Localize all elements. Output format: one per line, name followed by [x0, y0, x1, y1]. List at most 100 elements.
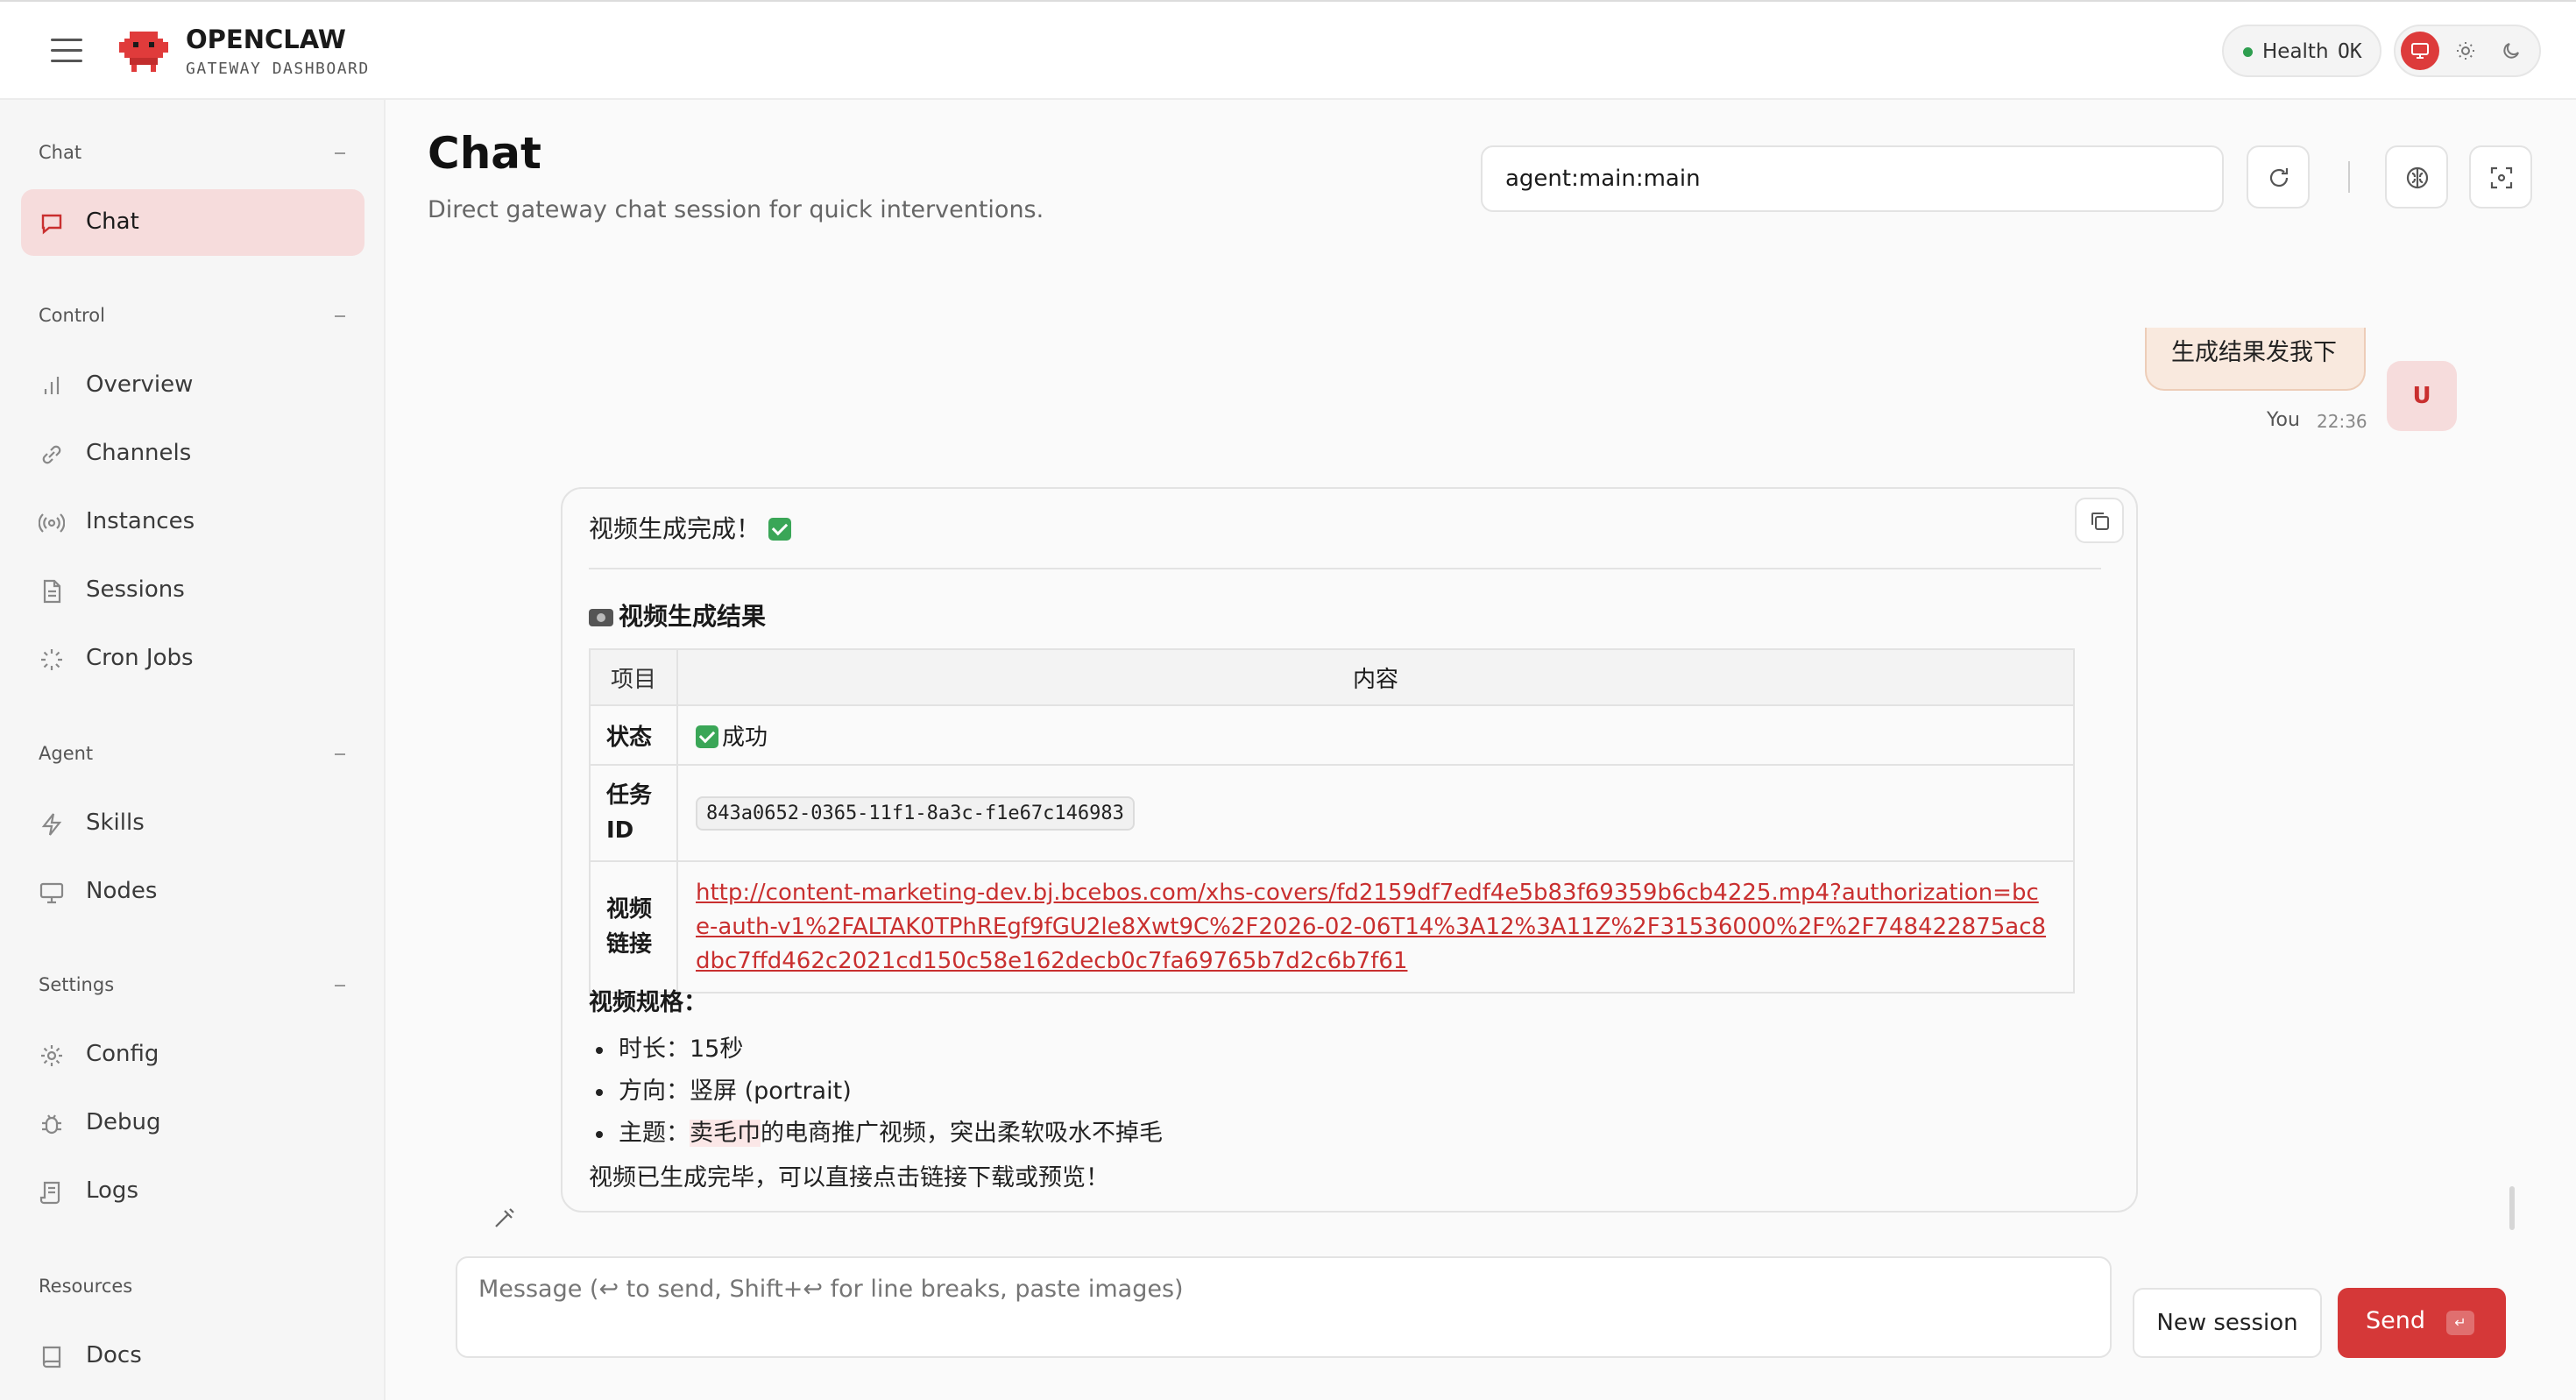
- book-icon: [42, 1346, 61, 1368]
- sidebar-item-sessions[interactable]: Sessions: [21, 557, 364, 624]
- result-heading-text: 视频生成结果: [619, 602, 767, 631]
- sidebar-item-label: Instances: [86, 508, 195, 534]
- message-time: 22:36: [2317, 411, 2367, 432]
- spec-prefix: 时长：: [619, 1036, 690, 1063]
- health-status[interactable]: Health OK: [2222, 25, 2381, 77]
- spec-value: 15秒: [690, 1036, 744, 1063]
- document-icon: [43, 579, 61, 604]
- spec-heading: 视频规格：: [589, 989, 707, 1016]
- theme-dark-button[interactable]: [2492, 32, 2530, 70]
- table-row: 状态 成功: [589, 704, 2075, 766]
- health-label: Health: [2262, 40, 2329, 63]
- section-label-resources: Resources: [39, 1276, 133, 1297]
- assistant-intro: 视频生成完成！: [589, 510, 795, 545]
- gear-icon: [41, 1045, 62, 1066]
- sidebar-item-config[interactable]: Config: [21, 1022, 364, 1088]
- spec-highlight: 卖毛巾: [690, 1120, 761, 1147]
- table-key-cell: 任务ID: [589, 764, 678, 862]
- sidebar-item-docs[interactable]: Docs: [21, 1323, 364, 1389]
- lightning-icon: [41, 813, 62, 836]
- status-dot-icon: [2243, 47, 2253, 57]
- scroll-icon: [39, 1181, 60, 1205]
- sidebar-item-chat[interactable]: Chat: [21, 189, 364, 256]
- chat-bubble-icon: [41, 214, 62, 235]
- session-key-input[interactable]: [1481, 145, 2224, 212]
- table-key-cell: 状态: [589, 704, 678, 766]
- sidebar-item-skills[interactable]: Skills: [21, 790, 364, 857]
- message-input[interactable]: [456, 1256, 2112, 1358]
- thinking-toggle-button[interactable]: [2385, 145, 2448, 209]
- sidebar-item-label: Chat: [86, 209, 139, 235]
- spec-prefix: 主题：: [619, 1120, 690, 1147]
- page-subtitle: Direct gateway chat session for quick in…: [428, 196, 1044, 223]
- sidebar: Chat Chat Control Overview Channels Inst…: [0, 100, 386, 1400]
- video-link[interactable]: http://content-marketing-dev.bj.bcebos.c…: [696, 880, 2046, 974]
- radio-icon: [39, 513, 65, 533]
- theme-light-button[interactable]: [2446, 32, 2485, 70]
- assistant-message-card: 视频生成完成！ 视频生成结果 项目 内容 状态 成功 任务ID 843a0652…: [561, 487, 2138, 1213]
- bar-chart-icon: [44, 377, 60, 394]
- table-value-cell: 843a0652-0365-11f1-8a3c-f1e67c146983: [676, 764, 2075, 862]
- list-item: 时长：15秒: [589, 1029, 1163, 1071]
- copy-button[interactable]: [2075, 498, 2124, 543]
- new-session-button[interactable]: New session: [2133, 1288, 2322, 1358]
- sidebar-item-nodes[interactable]: Nodes: [21, 859, 364, 925]
- sidebar-item-label: Overview: [86, 371, 194, 398]
- send-button-label: Send: [2366, 1307, 2426, 1334]
- divider: [2348, 161, 2350, 193]
- table-row: 视频链接 http://content-marketing-dev.bj.bce…: [589, 860, 2075, 993]
- user-message-bubble: 生成结果发我下: [2145, 328, 2366, 391]
- openclaw-logo: [119, 32, 168, 72]
- sidebar-item-cron-jobs[interactable]: Cron Jobs: [21, 626, 364, 692]
- section-label-agent: Agent: [39, 743, 94, 764]
- avatar: U: [2387, 361, 2457, 431]
- health-value: OK: [2338, 40, 2362, 63]
- collapse-icon[interactable]: [335, 152, 345, 154]
- sidebar-item-debug[interactable]: Debug: [21, 1090, 364, 1156]
- sidebar-item-label: Cron Jobs: [86, 645, 194, 671]
- theme-system-button[interactable]: [2401, 32, 2439, 70]
- video-camera-icon: [589, 609, 613, 626]
- scrollbar-thumb[interactable]: [2509, 1186, 2515, 1230]
- list-item: 主题：卖毛巾的电商推广视频，突出柔软吸水不掉毛: [589, 1113, 1163, 1155]
- refresh-icon: [2269, 168, 2289, 187]
- send-button[interactable]: Send ↵: [2338, 1288, 2506, 1358]
- menu-icon[interactable]: [51, 39, 82, 63]
- table-value-cell: http://content-marketing-dev.bj.bcebos.c…: [676, 860, 2075, 993]
- collapse-icon[interactable]: [335, 315, 345, 317]
- monitor-icon: [2411, 43, 2429, 59]
- sidebar-item-overview[interactable]: Overview: [21, 352, 364, 419]
- sidebar-item-instances[interactable]: Instances: [21, 489, 364, 555]
- enter-key-icon: ↵: [2446, 1311, 2474, 1335]
- section-label-control: Control: [39, 305, 105, 326]
- sidebar-item-channels[interactable]: Channels: [21, 421, 364, 487]
- monitor-icon: [39, 882, 64, 904]
- spec-prefix: 方向：: [619, 1078, 690, 1105]
- sidebar-item-label: Config: [86, 1041, 159, 1067]
- sun-icon: [2457, 42, 2474, 60]
- focus-mode-button[interactable]: [2469, 145, 2532, 209]
- sidebar-item-label: Debug: [86, 1109, 161, 1135]
- assistant-intro-text: 视频生成完成！: [589, 514, 761, 543]
- result-heading: 视频生成结果: [589, 597, 766, 633]
- table-header-cell: 内容: [676, 648, 2075, 706]
- brain-icon: [2406, 166, 2429, 189]
- spec-list: 时长：15秒 方向：竖屏 (portrait) 主题：卖毛巾的电商推广视频，突出…: [589, 1029, 1163, 1155]
- sidebar-item-label: Logs: [86, 1177, 138, 1204]
- collapse-icon[interactable]: [335, 753, 345, 755]
- spec-value: 的电商推广视频，突出柔软吸水不掉毛: [761, 1120, 1163, 1147]
- divider: [589, 568, 2101, 569]
- focus-icon: [2490, 166, 2513, 189]
- sidebar-item-logs[interactable]: Logs: [21, 1158, 364, 1225]
- section-label-settings: Settings: [39, 974, 115, 995]
- bug-icon: [42, 1114, 61, 1135]
- sidebar-item-label: Sessions: [86, 576, 185, 603]
- brand-title: OPENCLAW: [186, 25, 346, 54]
- collapse-icon[interactable]: [335, 985, 345, 986]
- refresh-button[interactable]: [2247, 145, 2310, 209]
- pin-icon[interactable]: [491, 1204, 519, 1232]
- loader-icon: [41, 649, 62, 670]
- sidebar-item-label: Skills: [86, 810, 145, 836]
- result-table: 项目 内容 状态 成功 任务ID 843a0652-0365-11f1-8a3c…: [589, 648, 2075, 993]
- table-header-cell: 项目: [589, 648, 678, 706]
